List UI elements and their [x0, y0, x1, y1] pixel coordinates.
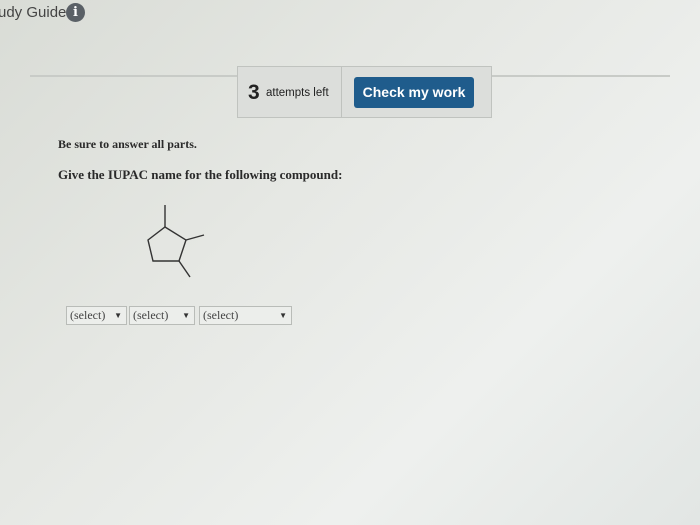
- locant-select[interactable]: (select) ▼: [129, 306, 195, 325]
- compound-structure: [147, 205, 205, 278]
- prefix-select[interactable]: (select) ▼: [66, 306, 127, 325]
- top-bar: udy Guide i: [0, 0, 700, 30]
- question-prompt: Give the IUPAC name for the following co…: [58, 167, 343, 182]
- cyclopentane-ring: [147, 226, 187, 262]
- chevron-down-icon: ▼: [114, 311, 122, 320]
- instruction-text: Be sure to answer all parts.: [58, 137, 197, 151]
- parent-select[interactable]: (select) ▼: [199, 306, 292, 325]
- methyl-bond-right: [185, 234, 205, 241]
- prefix-select-value: (select): [70, 308, 106, 322]
- attempts-divider: [341, 67, 342, 117]
- attempts-label: attempts left: [266, 87, 329, 99]
- check-my-work-button[interactable]: Check my work: [354, 77, 474, 108]
- info-icon[interactable]: i: [66, 3, 85, 22]
- study-guide-link[interactable]: udy Guide: [0, 4, 66, 21]
- locant-select-value: (select): [133, 308, 169, 322]
- parent-select-value: (select): [203, 308, 239, 322]
- chevron-down-icon: ▼: [279, 311, 287, 320]
- chevron-down-icon: ▼: [182, 311, 190, 320]
- attempts-panel: 3 attempts left Check my work: [237, 66, 492, 118]
- methyl-bond-bottom: [178, 260, 191, 278]
- attempts-count: 3: [248, 81, 260, 104]
